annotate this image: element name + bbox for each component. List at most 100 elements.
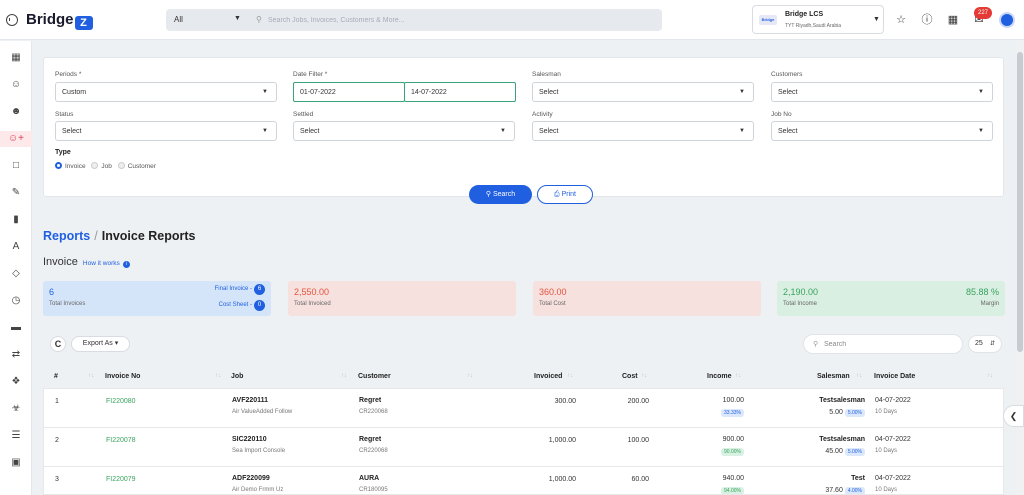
transfer-icon[interactable]: ⇄ [6, 347, 26, 363]
sort-icon[interactable]: ↑↓ [567, 373, 573, 379]
export-button[interactable]: Export As ▾ [71, 336, 130, 352]
settled-value: Select [300, 128, 320, 135]
final-invoice-count[interactable]: Final Invoice -6 [215, 284, 265, 295]
search-button[interactable]: ⚲ Search [469, 185, 532, 204]
company-selector[interactable]: Bridge Bridge LCS TYT Riyadh,Saudi Arabi… [752, 5, 884, 34]
type-customer-radio[interactable] [117, 162, 125, 169]
how-it-works-link[interactable]: How it works [83, 260, 120, 267]
menu-icon[interactable] [6, 14, 18, 26]
commission-amount: 37.60 [825, 487, 843, 494]
user-icon[interactable]: ☺ [6, 77, 26, 93]
edit-icon[interactable]: ✎ [6, 185, 26, 201]
chevron-down-icon: ▼ [500, 128, 506, 134]
invoice-date: 04-07-2022 [875, 475, 911, 482]
invoice-no-link[interactable]: FI220079 [106, 476, 136, 483]
job-no-select[interactable]: Select ▼ [771, 121, 993, 141]
type-invoice-radio[interactable] [55, 162, 62, 169]
page-size-select[interactable]: 25 ⇵ [968, 335, 1002, 353]
sort-icon[interactable]: ↑↓ [88, 373, 94, 379]
font-icon[interactable]: A [6, 239, 26, 255]
table-row[interactable]: 3 FI220079 ADF220099 Air Demo Frmm Uz AU… [44, 467, 1003, 494]
filter-card: Periods * Custom ▼ Date Filter * 01-07-2… [43, 57, 1004, 197]
cart-icon[interactable]: ☣ [6, 401, 26, 417]
scrollbar-thumb[interactable] [1017, 52, 1023, 352]
final-invoice-badge: 6 [254, 284, 265, 295]
sort-icon[interactable]: ↑↓ [641, 373, 647, 379]
date-to-field[interactable]: 14-07-2022 [404, 82, 516, 102]
dashboard-icon[interactable]: ▦ [6, 50, 26, 66]
card-icon[interactable]: ▬ [6, 320, 26, 336]
job-no-value: Select [778, 128, 798, 135]
user-add-icon[interactable]: ☺+ [0, 131, 32, 147]
activity-select[interactable]: Select ▼ [532, 121, 754, 141]
table-row[interactable]: 1 FI220080 AVF220111 Air ValueAdded Foll… [44, 389, 1003, 428]
help-icon[interactable]: ⓘ [920, 13, 934, 27]
table-row[interactable]: 2 FI220078 SIC220110 Sea Import Console … [44, 428, 1003, 467]
col-invoice-date[interactable]: Invoice Date [874, 373, 915, 380]
col-invoice-no[interactable]: Invoice No [105, 373, 140, 380]
invoiced-amount: 1,000.00 [548, 476, 576, 483]
bar-chart-icon[interactable]: ▮ [6, 212, 26, 228]
income-percent-chip: 90.00% [721, 448, 744, 456]
print-button[interactable]: ⎙ Print [537, 185, 593, 204]
sort-icon[interactable]: ↑↓ [987, 373, 993, 379]
chevron-down-icon[interactable]: ▼ [234, 15, 241, 22]
periods-label: Periods * [55, 71, 82, 78]
date-filter-label: Date Filter * [293, 71, 328, 78]
bookmark-icon[interactable]: □ [6, 158, 26, 174]
tag-icon[interactable]: ◇ [6, 266, 26, 282]
salesman-select[interactable]: Select ▼ [532, 82, 754, 102]
refresh-icon: C [54, 339, 62, 349]
col-customer[interactable]: Customer [358, 373, 391, 380]
commission: 5.00 5.00% [829, 409, 865, 417]
grid-icon[interactable]: ▦ [946, 13, 960, 27]
sort-icon[interactable]: ↑↓ [735, 373, 741, 379]
date-from-field[interactable]: 01-07-2022 [293, 82, 405, 102]
table-search-input[interactable] [824, 338, 954, 351]
margin-label: Margin [980, 301, 999, 307]
breadcrumb-root[interactable]: Reports [43, 229, 90, 243]
customers-select[interactable]: Select ▼ [771, 82, 993, 102]
invoice-date: 04-07-2022 [875, 397, 911, 404]
date-from-value: 01-07-2022 [300, 89, 336, 96]
section-title-text: Invoice [43, 256, 78, 268]
status-select[interactable]: Select ▼ [55, 121, 277, 141]
sort-icon[interactable]: ↑↓ [215, 373, 221, 379]
users-icon[interactable]: ☻ [6, 104, 26, 120]
invoice-no-link[interactable]: FI220078 [106, 437, 136, 444]
chevron-left-icon[interactable]: ❮ [1003, 405, 1024, 427]
search-button-label: Search [492, 191, 516, 198]
cost-sheet-count[interactable]: Cost Sheet -0 [219, 300, 265, 311]
info-icon[interactable]: i [122, 261, 130, 268]
type-job-radio[interactable] [91, 162, 99, 169]
chevron-down-icon: ▼ [978, 128, 984, 134]
cost-amount: 200.00 [627, 398, 649, 405]
refresh-button[interactable]: C [50, 336, 66, 352]
logo[interactable]: Bridge Z [26, 11, 93, 30]
periods-select[interactable]: Custom ▼ [55, 82, 277, 102]
settled-select[interactable]: Select ▼ [293, 121, 515, 141]
logo-text: Bridge [26, 11, 74, 28]
search-category[interactable]: All [174, 15, 183, 24]
sort-icon[interactable]: ↑↓ [467, 373, 473, 379]
salesman-name: Testsalesman [819, 397, 865, 404]
global-search-input[interactable] [268, 12, 648, 28]
settings-icon[interactable]: ❖ [6, 374, 26, 390]
col-salesman[interactable]: Salesman [817, 373, 850, 380]
col-cost[interactable]: Cost [622, 373, 638, 380]
col-num[interactable]: # [54, 373, 58, 380]
clock-icon[interactable]: ◷ [6, 293, 26, 309]
income-percent-chip: 33.33% [721, 409, 744, 417]
col-invoiced[interactable]: Invoiced [534, 373, 562, 380]
avatar[interactable] [999, 12, 1015, 28]
col-job[interactable]: Job [231, 373, 243, 380]
sort-icon[interactable]: ↑↓ [856, 373, 862, 379]
sort-icon[interactable]: ↑↓ [341, 373, 347, 379]
layers-icon[interactable]: ☰ [6, 428, 26, 444]
table-header: # ↑↓ Invoice No ↑↓ Job ↑↓ Customer ↑↓ In… [43, 367, 1004, 387]
col-income[interactable]: Income [707, 373, 732, 380]
star-icon[interactable]: ☆ [894, 13, 908, 27]
archive-icon[interactable]: ▣ [6, 455, 26, 471]
invoice-no-link[interactable]: FI220080 [106, 398, 136, 405]
job-desc: Sea Import Console [232, 448, 286, 454]
